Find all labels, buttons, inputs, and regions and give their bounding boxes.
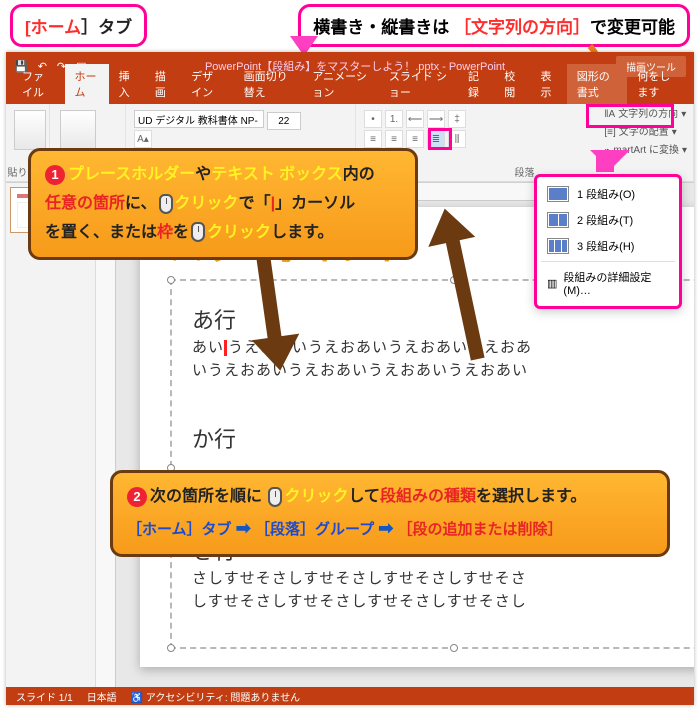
tab-review[interactable]: 校閲 [494,64,530,104]
font-size-input[interactable] [267,112,301,130]
callout-home-tab: [ホーム］タブ [10,4,147,47]
tab-file[interactable]: ファイル [12,64,65,104]
tab-record[interactable]: 記録 [458,64,494,104]
tab-animations[interactable]: アニメーション [302,64,379,104]
text-line: しすせそさしすせそさしすせそさしすせそさし [192,591,694,614]
tab-view[interactable]: 表示 [531,64,567,104]
align-center-button[interactable]: ≡ [385,130,403,148]
increase-font-icon[interactable]: A▴ [134,130,152,148]
tab-transitions[interactable]: 画面切り替え [234,64,303,104]
tab-tell-me[interactable]: 何をします [627,64,688,104]
pink-arrow-icon [596,150,614,172]
bullets-button[interactable]: • [364,110,382,128]
tab-insert[interactable]: 挿入 [109,64,145,104]
tip-step-2: 2次の箇所を順に クリックして段組みの種類を選択します。 ［ホーム］タブ ➡ ［… [110,470,670,557]
status-bar: スライド 1/1 日本語 ♿ アクセシビリティ: 問題ありません [6,687,694,705]
tab-design[interactable]: デザイン [181,64,234,104]
tab-shape-format[interactable]: 図形の書式 [567,64,628,104]
path-home-tab: ［ホーム］タブ [127,521,232,538]
align-left-button[interactable]: ≡ [364,130,382,148]
new-slide-button[interactable] [60,110,96,150]
resize-handle[interactable] [167,276,175,284]
columns-option-1[interactable]: 1 段組み(O) [537,181,679,207]
columns-button-highlight [428,128,452,150]
status-accessibility[interactable]: ♿ アクセシビリティ: 問題ありません [131,689,300,704]
line-spacing-button[interactable]: ‡ [448,110,466,128]
path-columns-command: ［段の追加または削除］ [398,521,563,538]
path-paragraph-group: ［段落］グループ [255,521,374,538]
separator [541,261,675,262]
text-line: さしすせそさしすせそさしすせそさしすせそさ [192,568,694,591]
resize-handle[interactable] [167,644,175,652]
tab-draw[interactable]: 描画 [145,64,181,104]
resize-handle[interactable] [450,644,458,652]
heading-ka: か行 [192,422,694,454]
tip-step-1: 1プレースホルダーやテキスト ボックス内の 任意の箇所に、クリックで「|」カーソ… [28,148,418,260]
align-right-button[interactable]: ≡ [406,130,424,148]
mouse-icon [159,194,173,214]
columns-option-2[interactable]: 2 段組み(T) [537,207,679,233]
ribbon-tabs: ファイル ホーム 挿入 描画 デザイン 画面切り替え アニメーション スライド … [6,80,694,104]
status-page: スライド 1/1 [16,689,73,704]
status-lang[interactable]: 日本語 [87,689,117,704]
columns-more-options[interactable]: ▥ 段組みの詳細設定(M)… [537,264,679,302]
font-name-input[interactable] [134,110,264,128]
text-direction-highlight [586,104,674,128]
columns-dropdown: 1 段組み(O) 2 段組み(T) 3 段組み(H) ▥ 段組みの詳細設定(M)… [534,174,682,309]
mouse-icon [191,222,205,242]
decrease-indent-button[interactable]: ⟵ [406,110,424,128]
tab-slideshow[interactable]: スライド ショー [379,64,458,104]
ruler-vertical [96,201,116,687]
columns-option-3[interactable]: 3 段組み(H) [537,233,679,259]
increase-indent-button[interactable]: ⟶ [427,110,445,128]
paste-button[interactable] [14,110,46,150]
tab-home[interactable]: ホーム [65,64,109,104]
numbering-button[interactable]: 1. [385,110,403,128]
mouse-icon [268,487,282,507]
